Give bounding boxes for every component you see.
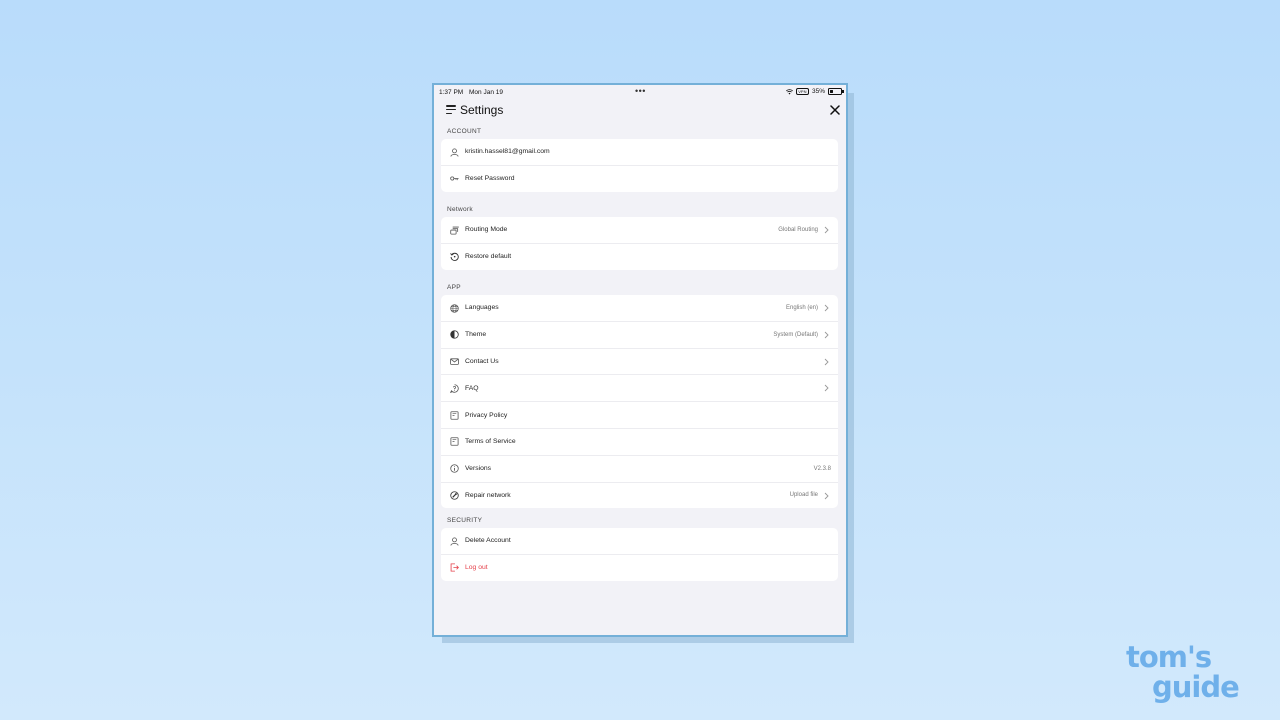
- logout-icon: [450, 563, 459, 572]
- info-icon: [450, 464, 459, 473]
- wifi-icon: [785, 88, 793, 94]
- status-right: VPN 35%: [785, 88, 844, 95]
- log-out-row[interactable]: Log out: [441, 555, 838, 581]
- status-bar: 1:37 PM Mon Jan 19 ••• VPN 35%: [434, 85, 846, 99]
- faq-row[interactable]: FAQ: [441, 375, 838, 403]
- chevron-right-icon: [824, 358, 829, 365]
- versions-label: Versions: [465, 465, 492, 473]
- privacy-policy-label: Privacy Policy: [465, 411, 508, 419]
- logo-line-1: tom's: [1126, 640, 1212, 674]
- terms-of-service-label: Terms of Service: [465, 438, 516, 446]
- version-number: V2.3.8: [813, 465, 831, 472]
- reset-password-label: Reset Password: [465, 175, 515, 183]
- chevron-right-icon: [824, 385, 829, 392]
- theme-label: Theme: [465, 331, 487, 339]
- languages-row[interactable]: Languages English (en): [441, 295, 838, 322]
- privacy-policy-row[interactable]: Privacy Policy: [441, 402, 838, 429]
- section-label-security: SECURITY: [447, 517, 483, 524]
- chevron-right-icon: [824, 304, 829, 312]
- versions-row[interactable]: Versions V2.3.8: [441, 456, 838, 483]
- chevron-right-icon: [824, 492, 829, 499]
- status-date: Mon Jan 19: [469, 89, 503, 96]
- chevron-right-icon: [824, 226, 829, 234]
- repair-network-row[interactable]: Repair network Upload file: [441, 483, 838, 509]
- repair-icon: [450, 491, 459, 500]
- routing-mode-row[interactable]: Routing Mode Global Routing: [441, 217, 838, 244]
- delete-account-row[interactable]: Delete Account: [441, 528, 838, 555]
- document-icon: [450, 411, 459, 420]
- restore-default-label: Restore default: [465, 253, 512, 261]
- hamburger-menu-icon[interactable]: [446, 105, 456, 115]
- section-label-app: APP: [447, 284, 461, 291]
- delete-account-label: Delete Account: [465, 537, 511, 545]
- vpn-badge: VPN: [795, 88, 809, 95]
- repair-network-label: Repair network: [465, 491, 511, 499]
- terms-of-service-row[interactable]: Terms of Service: [441, 429, 838, 456]
- settings-header: Settings: [446, 103, 840, 119]
- theme-value: System (Default): [773, 331, 818, 338]
- user-icon: [450, 536, 459, 546]
- routing-icon: [450, 226, 459, 235]
- repair-network-value: Upload file: [789, 492, 818, 499]
- battery-icon: [828, 88, 844, 95]
- routing-mode-label: Routing Mode: [465, 226, 508, 234]
- user-icon: [450, 147, 459, 157]
- reset-password-row[interactable]: Reset Password: [441, 166, 838, 192]
- toms-guide-logo: tom's guide: [1126, 640, 1266, 708]
- contact-us-row[interactable]: Contact Us: [441, 349, 838, 376]
- ipad-screen: 1:37 PM Mon Jan 19 ••• VPN 35% Settings: [432, 83, 848, 637]
- globe-icon: [450, 303, 459, 313]
- faq-icon: [450, 384, 459, 393]
- logo-line-2: guide: [1152, 670, 1240, 704]
- key-icon: [450, 176, 459, 181]
- app-card: Languages English (en) Theme System (Def…: [441, 295, 838, 509]
- theme-row[interactable]: Theme System (Default): [441, 322, 838, 349]
- status-time: 1:37 PM: [439, 89, 464, 96]
- page-title: Settings: [460, 103, 504, 117]
- restore-icon: [450, 253, 459, 262]
- chevron-right-icon: [824, 331, 829, 339]
- log-out-label: Log out: [465, 564, 488, 572]
- languages-label: Languages: [465, 304, 499, 312]
- contact-us-label: Contact Us: [465, 357, 499, 365]
- multitasking-dots-icon[interactable]: •••: [635, 86, 646, 96]
- theme-icon: [450, 330, 459, 339]
- account-email: kristin.hassel81@gmail.com: [465, 148, 550, 156]
- close-icon[interactable]: [830, 105, 840, 115]
- restore-default-row[interactable]: Restore default: [441, 244, 838, 270]
- security-card: Delete Account Log out: [441, 528, 838, 581]
- languages-value: English (en): [785, 304, 818, 311]
- faq-label: FAQ: [465, 384, 479, 392]
- account-email-row[interactable]: kristin.hassel81@gmail.com: [441, 139, 838, 166]
- network-card: Routing Mode Global Routing Restore defa…: [441, 217, 838, 270]
- account-card: kristin.hassel81@gmail.com Reset Passwor…: [441, 139, 838, 192]
- mail-icon: [450, 358, 459, 365]
- routing-mode-value: Global Routing: [778, 226, 818, 233]
- battery-percent: 35%: [811, 88, 825, 95]
- document-icon: [450, 437, 459, 447]
- section-label-account: ACCOUNT: [447, 128, 482, 135]
- section-label-network: Network: [447, 206, 473, 213]
